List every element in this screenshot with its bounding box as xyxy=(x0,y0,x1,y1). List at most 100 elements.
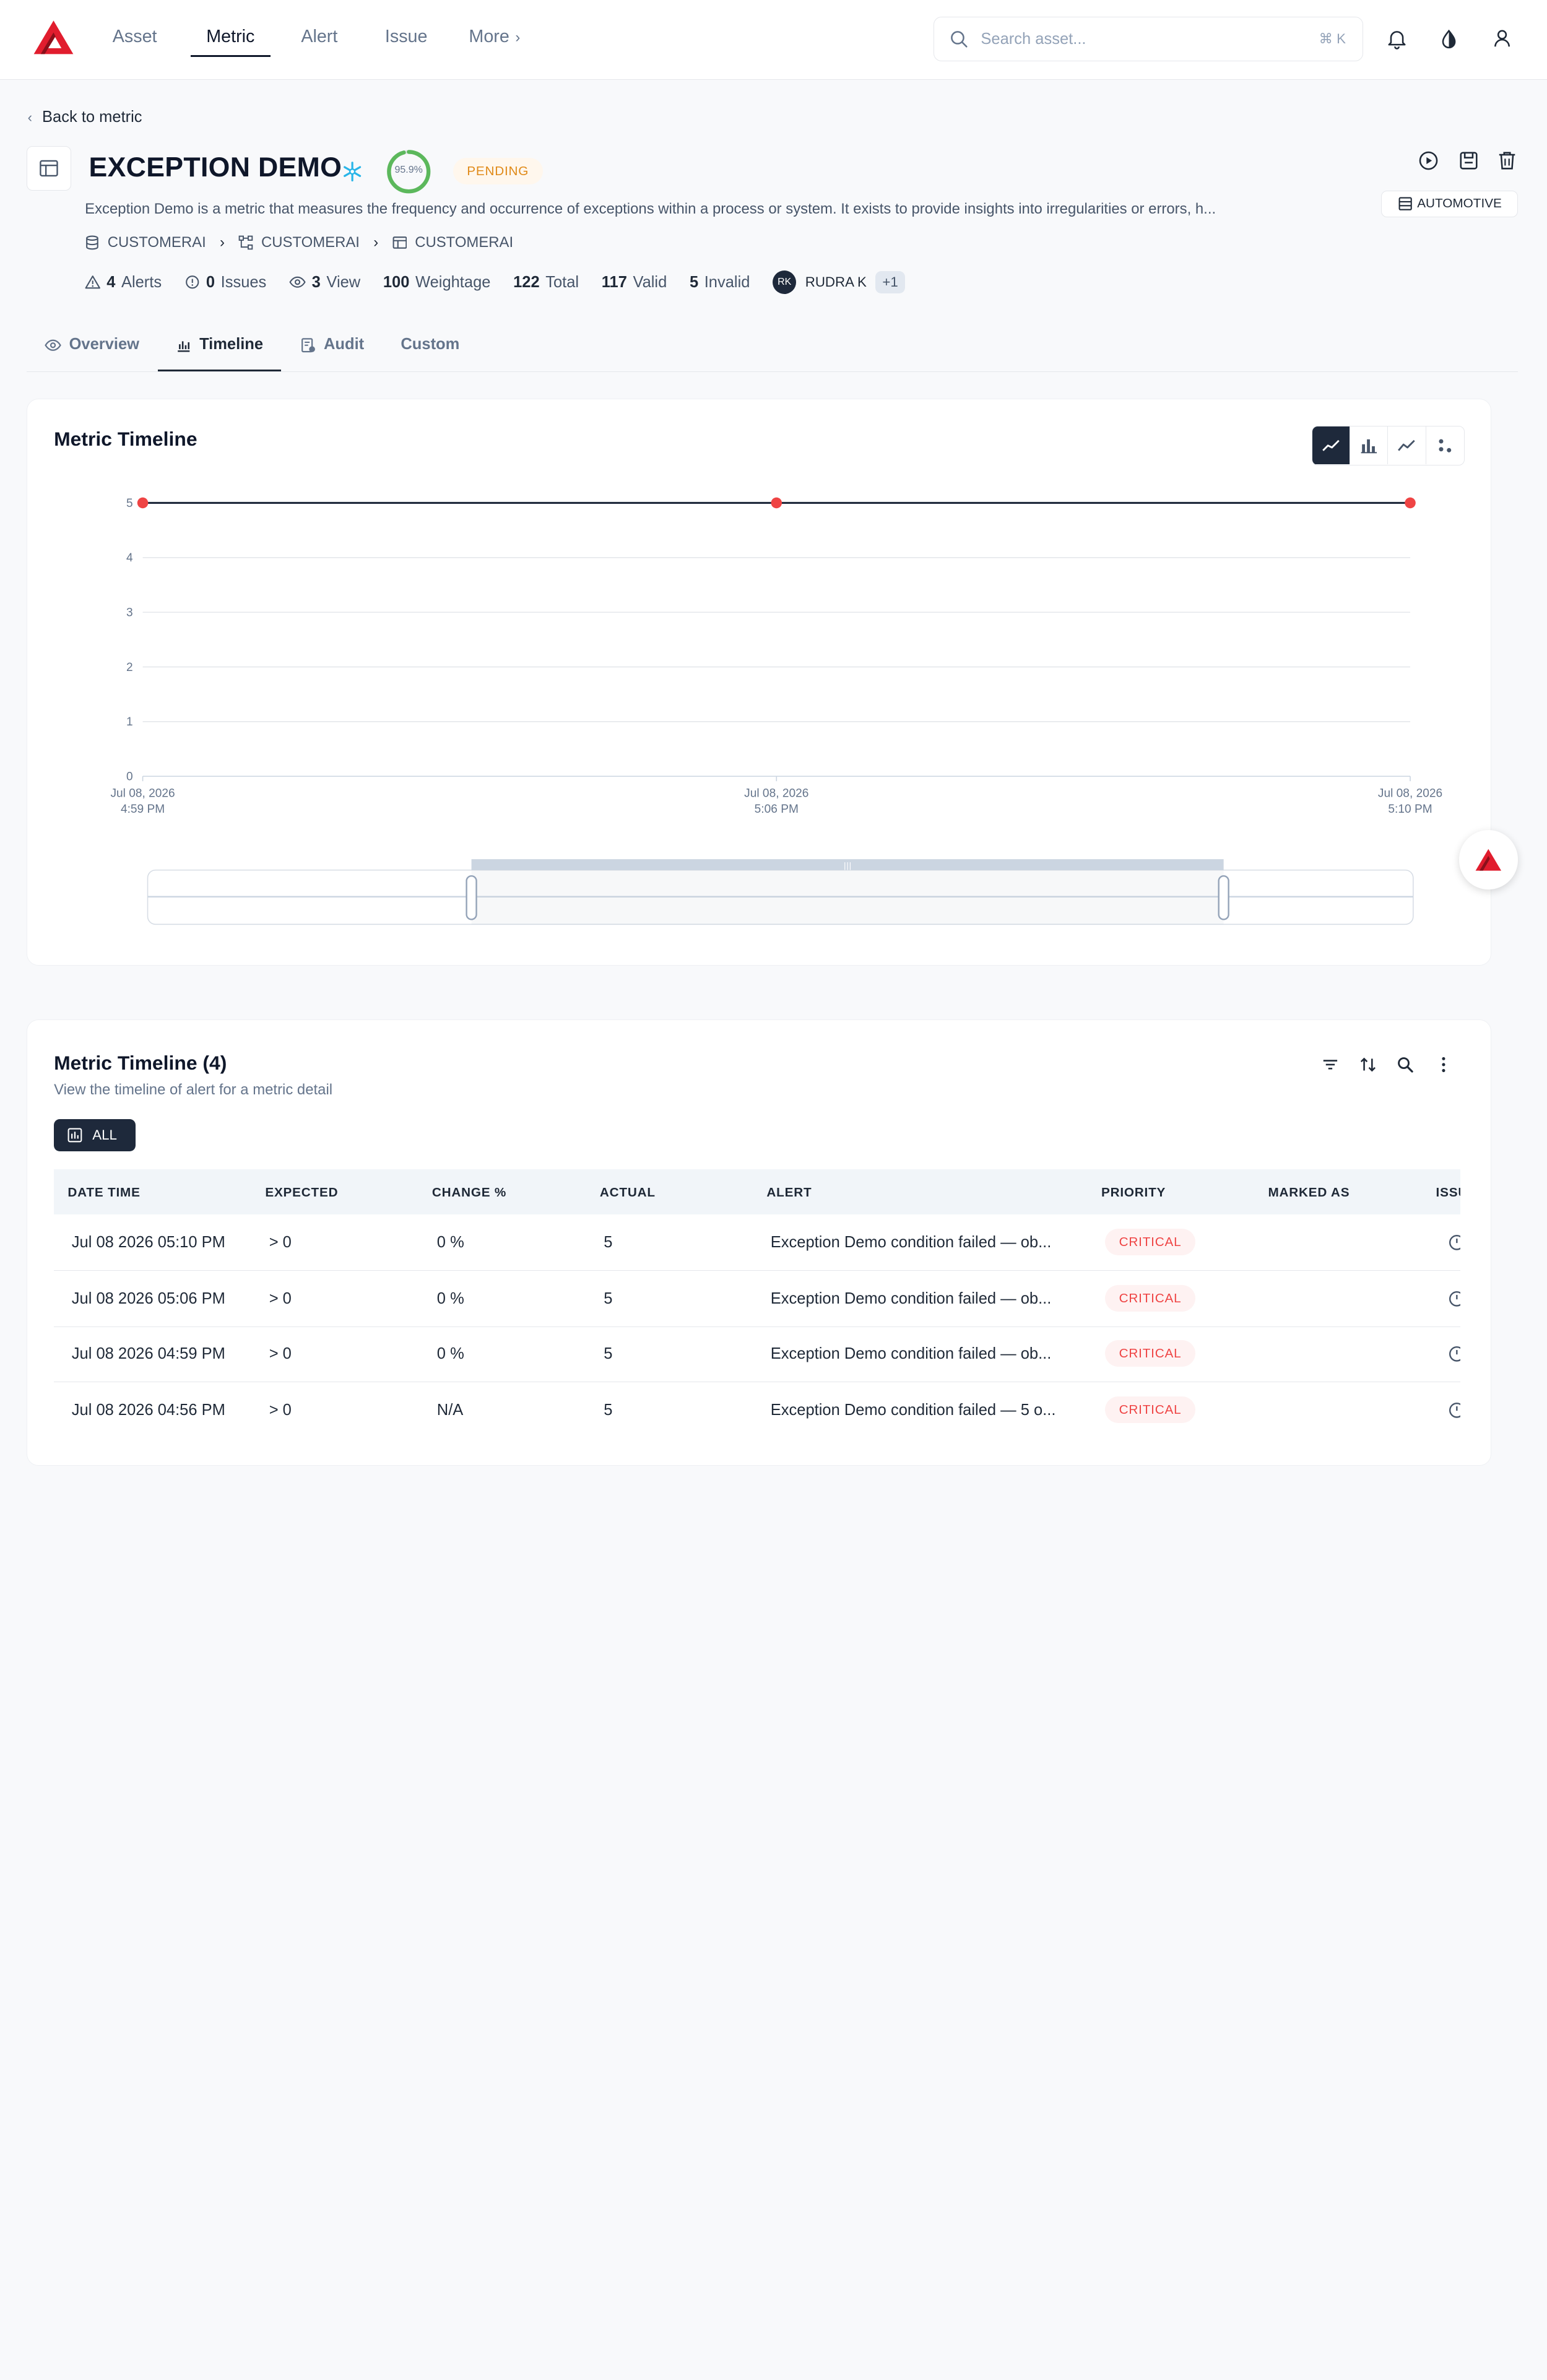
kebab-icon[interactable] xyxy=(1434,1055,1454,1075)
save-icon[interactable] xyxy=(1458,150,1480,171)
table-row[interactable]: Jul 08 2026 04:56 PM > 0 N/A 5 Exception… xyxy=(54,1382,1461,1437)
trash-icon[interactable] xyxy=(1496,150,1518,171)
nav-more[interactable]: More › xyxy=(469,27,520,57)
theme-icon[interactable] xyxy=(1438,28,1460,50)
search-input[interactable]: Search asset... ⌘ K xyxy=(934,17,1364,61)
user-icon[interactable] xyxy=(1491,28,1513,50)
search-icon[interactable] xyxy=(1395,1055,1415,1075)
column-header[interactable]: EXPECTED xyxy=(265,1185,338,1200)
stat-issues[interactable]: 0 Issues xyxy=(184,273,267,292)
table-row[interactable]: Jul 08 2026 05:06 PM > 0 0 % 5 Exception… xyxy=(54,1271,1461,1328)
nav-more-label: More xyxy=(469,27,509,47)
stat-invalid-label: Invalid xyxy=(704,273,750,291)
metric-timeline-chart-card: Metric Timeline 0 1 2 3 4 5 Jul 08, 2026 4:59 P… xyxy=(27,399,1492,966)
issue-icon[interactable] xyxy=(1448,1290,1461,1312)
stat-alerts[interactable]: 4 Alerts xyxy=(85,274,162,292)
stat-alerts-count: 4 xyxy=(106,273,116,291)
bell-icon[interactable] xyxy=(1386,28,1408,50)
y-tick-label: 2 xyxy=(126,661,133,674)
chevron-right-icon: › xyxy=(515,29,521,46)
metric-stats: 4 Alerts 0 Issues 3 View 100 Weightage 122 To… xyxy=(85,270,905,295)
data-point xyxy=(1405,497,1416,509)
column-header[interactable]: PRIORITY xyxy=(1101,1185,1166,1200)
stat-views: 3 View xyxy=(289,274,360,292)
avatar[interactable]: RK xyxy=(773,270,797,295)
nav-metric[interactable]: Metric xyxy=(190,27,271,58)
sort-icon[interactable] xyxy=(1358,1055,1378,1075)
cell-alert[interactable]: Exception Demo condition failed — ob... xyxy=(771,1345,1052,1363)
nav-alert[interactable]: Alert xyxy=(301,27,337,57)
extra-owners-badge[interactable]: +1 xyxy=(875,271,905,293)
tab-timeline[interactable]: Timeline xyxy=(158,325,281,371)
stat-issues-count: 0 xyxy=(206,273,215,291)
score-ring: 95.9% xyxy=(385,148,433,196)
zoom-slider-selection xyxy=(471,870,1224,925)
x-tick-label: Jul 08, 2026 xyxy=(111,787,175,800)
filter-all-button[interactable]: ALL xyxy=(54,1119,136,1152)
top-nav: Asset Metric Alert Issue More › Search as… xyxy=(0,0,1547,80)
tab-overview[interactable]: Overview xyxy=(45,325,139,371)
breadcrumb-label: CUSTOMERAI xyxy=(107,233,206,251)
column-header[interactable]: CHANGE % xyxy=(432,1185,506,1200)
eye-icon xyxy=(289,277,306,288)
cell-datetime: Jul 08 2026 04:56 PM xyxy=(71,1401,225,1419)
breadcrumb-connection[interactable]: CUSTOMERAI xyxy=(85,234,206,251)
metric-timeline-table-card: Metric Timeline (4) View the timeline of… xyxy=(27,1019,1492,1466)
stat-valid-label: Valid xyxy=(633,273,667,291)
domain-tag[interactable]: AUTOMOTIVE xyxy=(1380,190,1519,217)
assistant-button[interactable] xyxy=(1458,830,1519,889)
cell-alert[interactable]: Exception Demo condition failed — ob... xyxy=(771,1290,1052,1308)
priority-badge: CRITICAL xyxy=(1105,1228,1195,1255)
cell-alert[interactable]: Exception Demo condition failed — 5 o... xyxy=(771,1401,1056,1419)
database-icon xyxy=(86,235,98,250)
zoom-slider-right-handle[interactable] xyxy=(1218,875,1229,920)
breadcrumb-schema[interactable]: CUSTOMERAI xyxy=(238,234,360,251)
stat-issues-label: Issues xyxy=(220,273,267,291)
cell-datetime: Jul 08 2026 05:06 PM xyxy=(71,1289,225,1307)
column-header[interactable]: MARKED AS xyxy=(1268,1185,1350,1200)
filter-icon[interactable] xyxy=(1320,1055,1340,1075)
cell-alert[interactable]: Exception Demo condition failed — ob... xyxy=(771,1234,1052,1252)
audit-icon xyxy=(301,338,315,353)
tab-audit[interactable]: Audit xyxy=(300,325,364,371)
cell-datetime: Jul 08 2026 05:10 PM xyxy=(71,1233,225,1251)
play-icon[interactable] xyxy=(1418,150,1439,171)
domain-icon xyxy=(1398,197,1412,211)
table-card-subtitle: View the timeline of alert for a metric … xyxy=(54,1081,333,1099)
chevron-right-icon: › xyxy=(373,233,379,251)
column-header[interactable]: ISSUE xyxy=(1436,1185,1461,1200)
bar-chart-icon xyxy=(177,341,190,352)
stat-total: 122 Total xyxy=(513,274,579,292)
warning-icon xyxy=(85,275,101,289)
timeline-table: DATE TIME EXPECTED CHANGE % ACTUAL ALERT… xyxy=(54,1169,1461,1438)
stat-weightage: 100 Weightage xyxy=(383,274,491,292)
table-icon xyxy=(40,160,58,177)
brand-logo[interactable] xyxy=(33,19,74,56)
brand-logo-icon xyxy=(1475,849,1502,871)
issue-icon[interactable] xyxy=(1448,1401,1461,1424)
x-tick-label: 5:10 PM xyxy=(1388,803,1432,816)
nav-issue[interactable]: Issue xyxy=(385,27,428,57)
priority-badge: CRITICAL xyxy=(1105,1339,1195,1367)
issue-icon[interactable] xyxy=(1448,1345,1461,1367)
stat-total-label: Total xyxy=(545,273,579,291)
column-header[interactable]: ALERT xyxy=(766,1185,812,1200)
timeline-line-chart: 0 1 2 3 4 5 Jul 08, 2026 4:59 PM Jul 08, 2026 5:0… xyxy=(111,497,1442,925)
x-tick-label: 5:06 PM xyxy=(755,803,799,816)
breadcrumb-table[interactable]: CUSTOMERAI xyxy=(392,234,513,251)
tab-bar: Overview Timeline Audit Custom xyxy=(27,325,1519,373)
metric-description: Exception Demo is a metric that measures… xyxy=(85,200,1216,217)
zoom-slider-left-handle[interactable] xyxy=(466,875,477,920)
table-row[interactable]: Jul 08 2026 04:59 PM > 0 0 % 5 Exception… xyxy=(54,1326,1461,1383)
column-header[interactable]: ACTUAL xyxy=(600,1185,656,1200)
back-to-metric-link[interactable]: ‹ Back to metric xyxy=(28,108,142,126)
nav-asset[interactable]: Asset xyxy=(113,27,157,57)
tab-custom[interactable]: Custom xyxy=(401,325,459,371)
chevron-right-icon: › xyxy=(220,233,225,251)
data-point xyxy=(137,497,149,509)
issue-icon[interactable] xyxy=(1448,1234,1461,1256)
stat-weightage-count: 100 xyxy=(383,273,410,291)
column-header[interactable]: DATE TIME xyxy=(67,1185,140,1200)
table-header: DATE TIME EXPECTED CHANGE % ACTUAL ALERT… xyxy=(54,1169,1461,1215)
table-row[interactable]: Jul 08 2026 05:10 PM > 0 0 % 5 Exception… xyxy=(54,1214,1461,1271)
